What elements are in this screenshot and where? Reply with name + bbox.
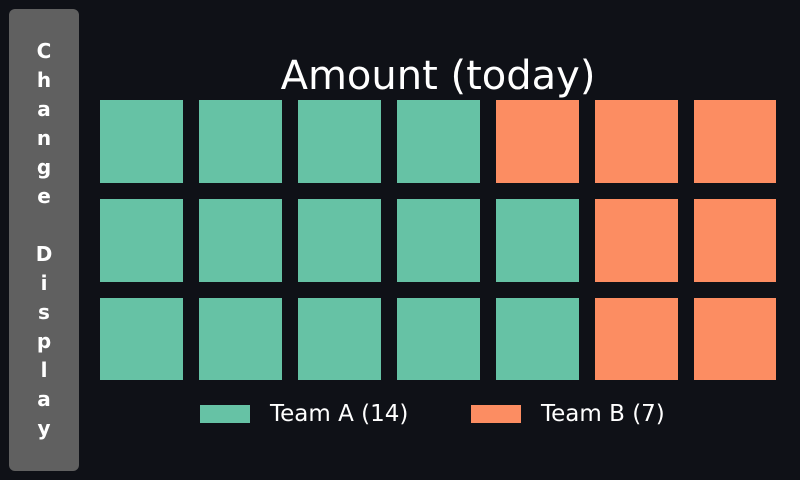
waffle-cell-team-b — [694, 100, 776, 183]
waffle-cell-team-b — [496, 100, 579, 183]
waffle-cell-team-a — [397, 199, 480, 282]
waffle-cell-team-a — [397, 100, 480, 183]
waffle-cell-team-a — [298, 100, 381, 183]
waffle-cell-team-b — [595, 100, 678, 183]
legend-swatch-team-b — [471, 405, 521, 423]
waffle-cell-team-a — [496, 199, 579, 282]
legend-item-team-b: Team B (7) — [471, 396, 665, 432]
waffle-cell-team-a — [298, 199, 381, 282]
app-root: Change Display Amount (today) Team A (14… — [0, 0, 800, 480]
waffle-cell-team-b — [595, 298, 678, 380]
waffle-cell-team-a — [199, 298, 282, 380]
legend-label-team-a: Team A (14) — [270, 401, 409, 427]
waffle-cell-team-a — [298, 298, 381, 380]
waffle-cell-team-b — [595, 199, 678, 282]
waffle-cell-team-a — [100, 199, 183, 282]
waffle-cell-team-a — [199, 199, 282, 282]
legend-label-team-b: Team B (7) — [541, 401, 665, 427]
chart-legend: Team A (14) Team B (7) — [0, 396, 800, 432]
waffle-cell-team-a — [496, 298, 579, 380]
legend-swatch-team-a — [200, 405, 250, 423]
legend-item-team-a: Team A (14) — [200, 396, 408, 432]
waffle-cell-team-a — [199, 100, 282, 183]
waffle-cell-team-a — [100, 298, 183, 380]
waffle-cell-team-a — [100, 100, 183, 183]
waffle-cell-team-b — [694, 199, 776, 282]
waffle-cell-team-a — [397, 298, 480, 380]
waffle-cell-team-b — [694, 298, 776, 380]
